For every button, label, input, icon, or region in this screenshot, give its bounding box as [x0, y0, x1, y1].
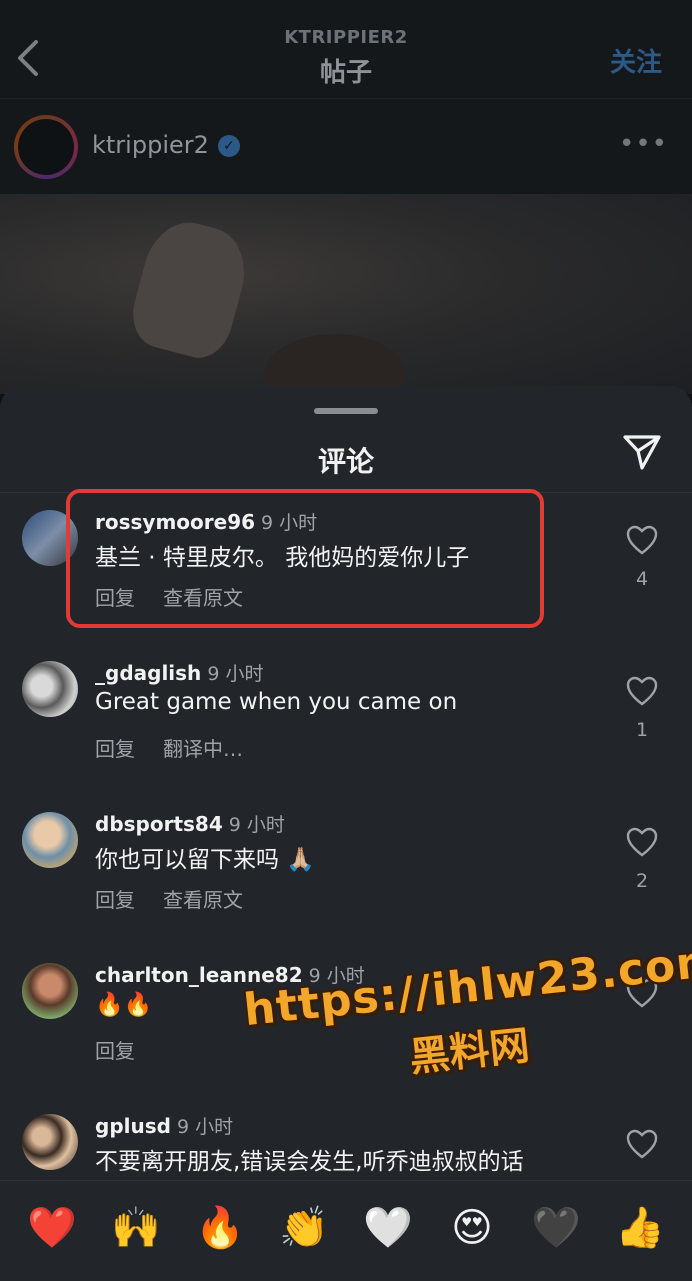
follow-button[interactable]: 关注 [610, 42, 662, 79]
clapping-hands-emoji[interactable]: 👏 [279, 1203, 329, 1253]
like-heart-icon[interactable] [626, 525, 658, 555]
commenter-avatar[interactable] [22, 963, 78, 1019]
comment-time: 9 小时 [228, 814, 285, 836]
reply-button[interactable]: 回复 [95, 737, 135, 761]
see-original-button[interactable]: 查看原文 [163, 888, 243, 912]
highlight-box [66, 489, 544, 628]
like-heart-icon[interactable] [626, 1129, 658, 1159]
share-icon[interactable] [622, 432, 662, 472]
like-count: 4 [635, 568, 649, 590]
reply-button[interactable]: 回复 [95, 1039, 135, 1063]
translating-status: 翻译中… [163, 737, 243, 761]
comment-username[interactable]: dbsports84 [95, 812, 223, 836]
commenter-avatar[interactable] [22, 1114, 78, 1170]
page-title: 帖子 [319, 58, 372, 88]
post-photo [0, 194, 692, 414]
fire-emoji[interactable]: 🔥 [195, 1203, 245, 1253]
heart-eyes-emoji[interactable]: 😍 [447, 1203, 497, 1253]
like-count: 2 [635, 870, 649, 892]
like-heart-icon[interactable] [626, 827, 658, 857]
post-header: ktrippier2 ✓ ••• [0, 98, 692, 195]
comment-item: _gdaglish 9 小时 Great game when you came o… [0, 661, 692, 801]
thumbs-up-emoji[interactable]: 👍 [615, 1203, 665, 1253]
comment-text: 不要离开朋友,错误会发生,听乔迪叔叔的话 [95, 1149, 524, 1175]
white-heart-emoji[interactable]: 🤍 [363, 1203, 413, 1253]
more-options-icon[interactable]: ••• [619, 129, 668, 159]
commenter-avatar[interactable] [22, 812, 78, 868]
comment-text: 你也可以留下来吗 🙏🏼 [95, 847, 315, 873]
like-count: 1 [635, 719, 649, 741]
emoji-reaction-bar: ❤️ 🙌 🔥 👏 🤍 😍 🖤 👍 [0, 1180, 692, 1281]
sheet-grab-handle[interactable] [314, 408, 378, 414]
black-heart-emoji[interactable]: 🖤 [531, 1203, 581, 1253]
post-author-avatar[interactable] [14, 115, 78, 179]
comment-item: dbsports84 9 小时 你也可以留下来吗 🙏🏼 回复 查看原文 2 [0, 812, 692, 952]
top-navigation-bar: KTRIPPIER2 帖子 关注 [0, 0, 692, 98]
like-heart-icon[interactable] [626, 676, 658, 706]
comment-username[interactable]: gplusd [95, 1114, 171, 1138]
comment-time: 9 小时 [176, 1116, 234, 1138]
comment-text: Great game when you came on [95, 689, 458, 715]
red-heart-emoji[interactable]: ❤️ [27, 1203, 77, 1253]
post-author-username[interactable]: ktrippier2 [92, 131, 209, 159]
comment-text: 🔥🔥 [95, 992, 153, 1018]
header-username: KTRIPPIER2 [284, 27, 408, 48]
reply-button[interactable]: 回复 [95, 888, 135, 912]
comment-username[interactable]: _gdaglish [95, 661, 201, 685]
verified-badge-icon: ✓ [218, 135, 240, 157]
raised-hands-emoji[interactable]: 🙌 [111, 1203, 161, 1253]
comments-title: 评论 [317, 445, 374, 478]
commenter-avatar[interactable] [22, 661, 78, 717]
comment-time: 9 小时 [207, 663, 264, 685]
